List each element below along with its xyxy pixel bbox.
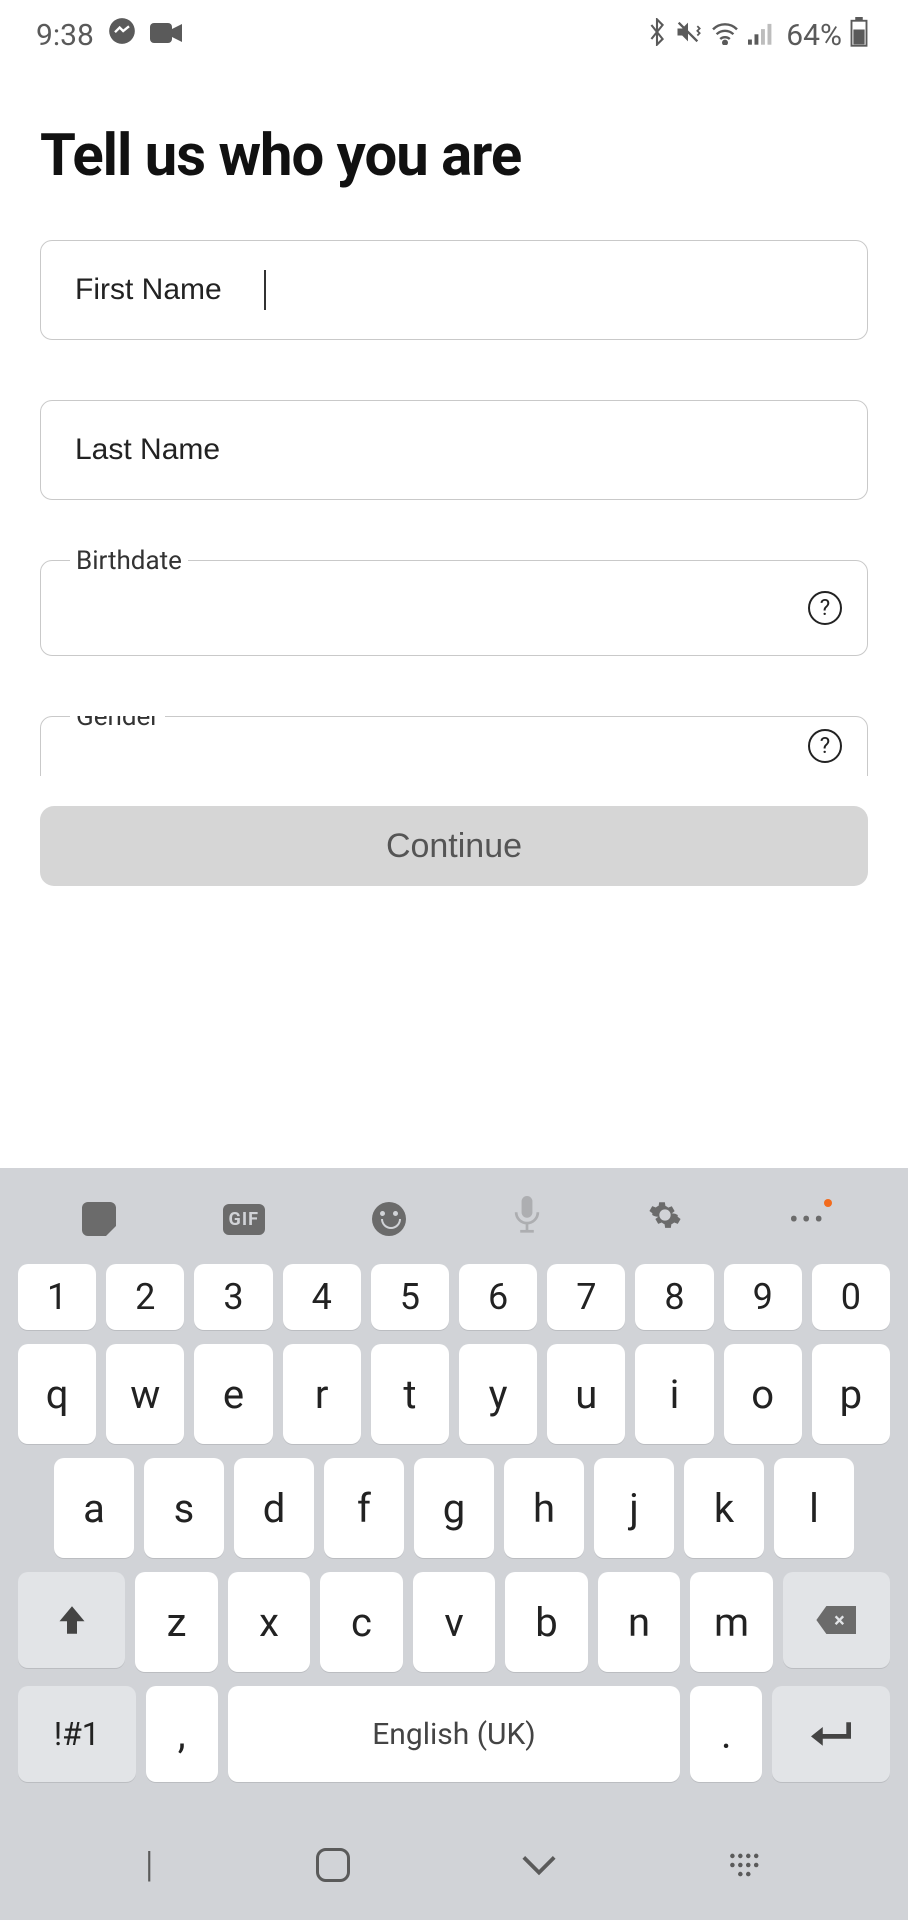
- key-c[interactable]: c: [320, 1572, 403, 1672]
- key-e[interactable]: e: [194, 1344, 272, 1444]
- status-left: 9:38: [36, 17, 182, 53]
- gender-help-icon[interactable]: ?: [808, 729, 842, 763]
- key-j[interactable]: j: [594, 1458, 674, 1558]
- kb-row-3: zxcvbnm: [18, 1572, 890, 1672]
- gender-wrap: Gender ?: [40, 716, 868, 776]
- birthdate-wrap: Birthdate ?: [40, 560, 868, 656]
- key-4[interactable]: 4: [283, 1264, 361, 1330]
- space-key[interactable]: English (UK): [228, 1686, 680, 1782]
- bluetooth-icon: [648, 18, 666, 53]
- shift-key[interactable]: [18, 1572, 125, 1668]
- key-5[interactable]: 5: [371, 1264, 449, 1330]
- key-6[interactable]: 6: [459, 1264, 537, 1330]
- battery-percent: 64%: [786, 18, 842, 53]
- android-nav-bar: |||: [0, 1820, 908, 1920]
- key-2[interactable]: 2: [106, 1264, 184, 1330]
- text-cursor: [264, 270, 266, 310]
- settings-icon[interactable]: [648, 1198, 682, 1241]
- key-g[interactable]: g: [414, 1458, 494, 1558]
- sticker-icon[interactable]: [82, 1202, 116, 1236]
- keyboard: GIF ••• 1234567890 qwertyuiop asdfghjkl …: [0, 1168, 908, 1920]
- key-t[interactable]: t: [371, 1344, 449, 1444]
- enter-key[interactable]: [772, 1686, 890, 1782]
- key-b[interactable]: b: [505, 1572, 588, 1672]
- key-f[interactable]: f: [324, 1458, 404, 1558]
- first-name-wrap: [40, 240, 868, 340]
- emoji-icon[interactable]: [372, 1202, 406, 1236]
- nav-home[interactable]: [316, 1848, 350, 1882]
- status-bar: 9:38 64%: [0, 0, 908, 70]
- signal-icon: [748, 19, 774, 52]
- video-icon: [150, 18, 182, 53]
- mic-icon[interactable]: [513, 1196, 541, 1242]
- kb-row-numbers: 1234567890: [18, 1264, 890, 1330]
- key-8[interactable]: 8: [635, 1264, 713, 1330]
- kb-row-1: qwertyuiop: [18, 1344, 890, 1444]
- messenger-icon: [108, 17, 136, 53]
- key-9[interactable]: 9: [724, 1264, 802, 1330]
- key-a[interactable]: a: [54, 1458, 134, 1558]
- key-7[interactable]: 7: [547, 1264, 625, 1330]
- wifi-icon: [710, 19, 740, 52]
- key-u[interactable]: u: [547, 1344, 625, 1444]
- nav-keyboard-switch[interactable]: [729, 1852, 763, 1878]
- key-z[interactable]: z: [135, 1572, 218, 1672]
- key-v[interactable]: v: [413, 1572, 496, 1672]
- key-o[interactable]: o: [724, 1344, 802, 1444]
- key-0[interactable]: 0: [812, 1264, 890, 1330]
- backspace-key[interactable]: [783, 1572, 890, 1668]
- mute-vibrate-icon: [674, 18, 702, 53]
- backspace-icon: [816, 1606, 856, 1634]
- key-m[interactable]: m: [690, 1572, 773, 1672]
- key-n[interactable]: n: [598, 1572, 681, 1672]
- key-p[interactable]: p: [812, 1344, 890, 1444]
- page-title: Tell us who you are: [0, 70, 908, 240]
- key-y[interactable]: y: [459, 1344, 537, 1444]
- comma-key[interactable]: ,: [146, 1686, 218, 1782]
- last-name-input[interactable]: [40, 400, 868, 500]
- gif-icon[interactable]: GIF: [223, 1204, 265, 1235]
- key-k[interactable]: k: [684, 1458, 764, 1558]
- battery-icon: [850, 17, 868, 54]
- form: Birthdate ? Gender ?: [0, 240, 908, 776]
- more-icon[interactable]: •••: [789, 1203, 826, 1236]
- key-w[interactable]: w: [106, 1344, 184, 1444]
- continue-wrap: Continue: [0, 776, 908, 886]
- first-name-input[interactable]: [40, 240, 868, 340]
- key-1[interactable]: 1: [18, 1264, 96, 1330]
- key-r[interactable]: r: [283, 1344, 361, 1444]
- key-d[interactable]: d: [234, 1458, 314, 1558]
- gender-label: Gender: [70, 716, 165, 732]
- symbols-key[interactable]: !#1: [18, 1686, 136, 1782]
- kb-row-bottom: !#1 , English (UK) .: [18, 1686, 890, 1782]
- kb-row-2: asdfghjkl: [18, 1458, 890, 1558]
- keyboard-toolbar: GIF •••: [0, 1186, 908, 1264]
- birthdate-help-icon[interactable]: ?: [808, 591, 842, 625]
- birthdate-label: Birthdate: [70, 546, 188, 576]
- status-right: 64%: [648, 17, 868, 54]
- key-q[interactable]: q: [18, 1344, 96, 1444]
- key-3[interactable]: 3: [194, 1264, 272, 1330]
- key-i[interactable]: i: [635, 1344, 713, 1444]
- status-time: 9:38: [36, 18, 94, 53]
- key-x[interactable]: x: [228, 1572, 311, 1672]
- period-key[interactable]: .: [690, 1686, 762, 1782]
- last-name-wrap: [40, 400, 868, 500]
- key-h[interactable]: h: [504, 1458, 584, 1558]
- key-l[interactable]: l: [774, 1458, 854, 1558]
- continue-button[interactable]: Continue: [40, 806, 868, 886]
- key-s[interactable]: s: [144, 1458, 224, 1558]
- nav-back[interactable]: [520, 1844, 558, 1886]
- keyboard-rows: 1234567890 qwertyuiop asdfghjkl zxcvbnm …: [0, 1264, 908, 1820]
